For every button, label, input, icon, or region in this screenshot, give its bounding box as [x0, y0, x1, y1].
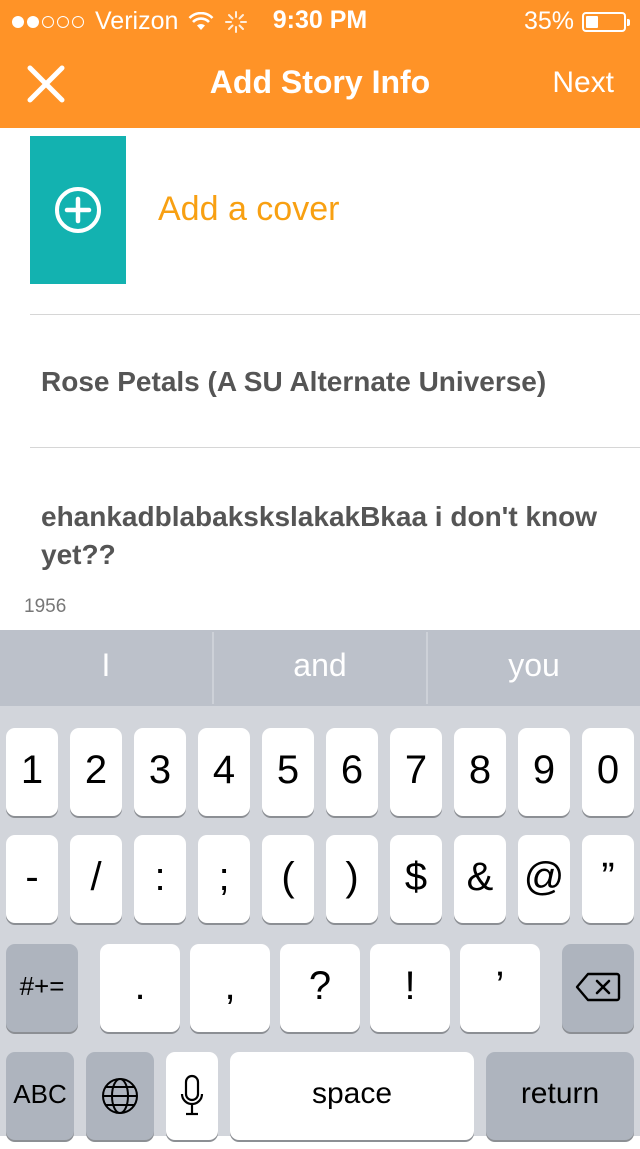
key[interactable]: ” — [582, 835, 634, 923]
key[interactable]: $ — [390, 835, 442, 923]
key[interactable]: 5 — [262, 728, 314, 816]
delete-key[interactable] — [562, 944, 634, 1032]
return-key[interactable]: return — [486, 1052, 634, 1140]
abc-key[interactable]: ABC — [6, 1052, 74, 1140]
delete-icon — [575, 972, 621, 1002]
symbols-key[interactable]: #+= — [6, 944, 78, 1032]
key[interactable]: : — [134, 835, 186, 923]
add-cover-row[interactable]: Add a cover — [0, 128, 640, 314]
key[interactable]: - — [6, 835, 58, 923]
microphone-icon — [180, 1074, 204, 1116]
prediction-item[interactable]: you — [428, 630, 640, 706]
next-button[interactable]: Next — [552, 66, 614, 100]
nav-bar: Add Story Info Next — [0, 40, 640, 128]
cover-placeholder[interactable] — [30, 136, 126, 284]
key[interactable]: ! — [370, 944, 450, 1032]
key[interactable]: 9 — [518, 728, 570, 816]
story-description-field[interactable]: ehankadblabakskslakakBkaa i don't know y… — [41, 498, 601, 574]
globe-icon — [102, 1078, 138, 1114]
key[interactable]: / — [70, 835, 122, 923]
add-circle-icon — [55, 187, 101, 233]
header-bar: Verizon 9:30 PM 35% Add Story Info Next — [0, 0, 640, 128]
battery-percent: 35% — [523, 7, 574, 35]
key[interactable]: 8 — [454, 728, 506, 816]
key[interactable]: 3 — [134, 728, 186, 816]
key[interactable]: 1 — [6, 728, 58, 816]
divider — [30, 314, 640, 315]
story-title-field[interactable]: Rose Petals (A SU Alternate Universe) — [41, 366, 546, 398]
prediction-item[interactable]: I — [0, 630, 212, 706]
key[interactable]: , — [190, 944, 270, 1032]
status-bar: Verizon 9:30 PM 35% — [0, 0, 640, 40]
battery-icon — [582, 11, 630, 32]
character-count: 1956 — [24, 596, 67, 617]
key[interactable]: & — [454, 835, 506, 923]
predictive-bar: I and you — [0, 630, 640, 706]
status-right: 35% — [523, 7, 630, 36]
key[interactable]: 4 — [198, 728, 250, 816]
key[interactable]: ( — [262, 835, 314, 923]
keyboard: I and you 1 2 3 4 5 6 7 8 9 0 - / : ; ( … — [0, 630, 640, 1140]
key[interactable]: 2 — [70, 728, 122, 816]
key[interactable]: 0 — [582, 728, 634, 816]
key[interactable]: ; — [198, 835, 250, 923]
key[interactable]: ) — [326, 835, 378, 923]
globe-key[interactable] — [86, 1052, 154, 1140]
add-cover-label[interactable]: Add a cover — [158, 190, 339, 229]
key[interactable]: ? — [280, 944, 360, 1032]
prediction-item[interactable]: and — [214, 630, 426, 706]
key[interactable]: 6 — [326, 728, 378, 816]
divider — [30, 447, 640, 448]
key[interactable]: 7 — [390, 728, 442, 816]
space-key[interactable]: space — [230, 1052, 474, 1140]
key[interactable]: . — [100, 944, 180, 1032]
microphone-key[interactable] — [166, 1052, 218, 1140]
page-title: Add Story Info — [209, 64, 431, 100]
key[interactable]: ’ — [460, 944, 540, 1032]
key[interactable]: @ — [518, 835, 570, 923]
